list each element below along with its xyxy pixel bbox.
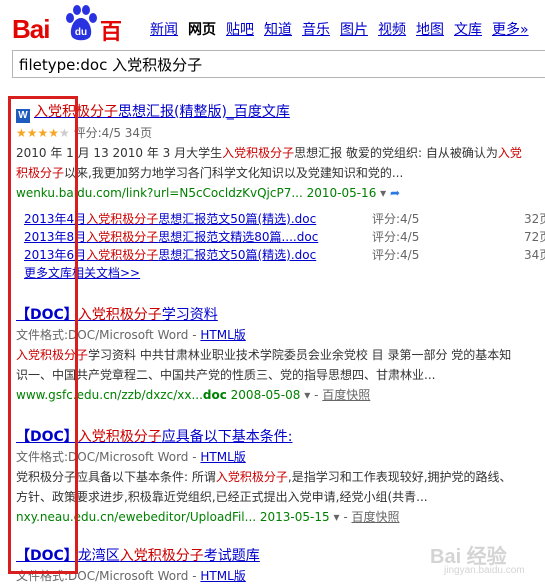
nav-web[interactable]: 网页 [188,19,216,39]
rating-row: ★★★★★ 评分:4/5 34页 [16,123,545,143]
more-docs-link[interactable]: 更多文库相关文档>> [24,266,140,280]
html-version-link[interactable]: HTML版 [200,328,245,342]
result-2: 【DOC】入党积极分子学习资料 文件格式:DOC/Microsoft Word … [16,305,545,405]
html-version-link[interactable]: HTML版 [200,450,245,464]
result-3-desc-2: 方针、政策要求进步,积极靠近党组织,已经正式提出入党申请,经党小组(共青... [16,490,428,504]
result-1-url[interactable]: wenku.baidu.com/link?url=N5cCocldzKvQjcP… [16,183,545,203]
dropdown-arrow-icon[interactable]: ▾ [380,186,386,200]
word-doc-icon: W [16,109,30,123]
related-doc-row: 2013年6月入党积极分子思想汇报范文50篇(精选).doc 评分:4/5 34… [24,248,545,262]
result-3-title[interactable]: 【DOC】入党积极分子应具备以下基本条件: [16,427,545,447]
snapshot-link[interactable]: 百度快照 [322,388,370,402]
search-input[interactable] [19,52,539,76]
rating-label: 评分:4/5 34页 [73,126,153,140]
dropdown-arrow-icon[interactable]: ▾ [333,510,339,524]
result-2-desc-1: 入党积极分子学习资料 中共甘肃林业职业技术学院委员会业余党校 目 录第一部分 党… [16,348,512,362]
watermark: Bai 经验 jingyan.baidu.com [430,546,525,576]
doc-tag: 【DOC】 [16,548,78,564]
result-2-title[interactable]: 【DOC】入党积极分子学习资料 [16,305,545,325]
nav-images[interactable]: 图片 [340,19,368,39]
result-1-desc-1: 2010 年 1 月 13 2010 年 3 月大学生入党积极分子思想汇报 敬爱… [16,146,522,160]
baidu-logo[interactable]: Bai du 百度 [12,2,132,77]
doc-tag: 【DOC】 [16,307,78,323]
html-version-link[interactable]: HTML版 [200,569,245,583]
star-rating-icon: ★★★★★ [16,126,70,140]
result-2-url: www.gsfc.edu.cn/zzb/dxzc/xx...doc 2008-0… [16,388,371,402]
share-arrow-icon[interactable]: ➦ [390,186,400,200]
related-doc-row: 2013年8月入党积极分子思想汇报范文精选80篇....doc 评分:4/5 7… [24,230,545,244]
doc-tag: 【DOC】 [16,429,78,445]
result-1-desc-2: 积极分子以来,我更加努力地学习各门科学文化知识以及党建知识和党的... [16,166,404,180]
more-docs-row: 更多文库相关文档>> [24,264,544,282]
nav-tieba[interactable]: 贴吧 [226,19,254,39]
related-docs: 2013年4月入党积极分子思想汇报范文50篇(精选).doc 评分:4/5 32… [24,210,545,282]
nav-more[interactable]: 更多» [492,19,529,39]
snapshot-link[interactable]: 百度快照 [351,510,399,524]
dropdown-arrow-icon[interactable]: ▾ [304,388,310,402]
result-1: W 入党积极分子思想汇报(精整版)_百度文库 ★★★★★ 评分:4/5 34页 2… [16,102,545,203]
logo-text-du: du [75,27,87,38]
related-doc-link[interactable]: 2013年8月入党积极分子思想汇报范文精选80篇....doc [24,230,318,244]
header: Bai du 百度 新闻网页贴吧知道音乐图片视频地图文库更多» [0,0,545,77]
search-box[interactable] [12,50,545,78]
related-doc-link[interactable]: 2013年4月入党积极分子思想汇报范文50篇(精选).doc [24,212,316,226]
related-doc-link[interactable]: 2013年6月入党积极分子思想汇报范文50篇(精选).doc [24,248,316,262]
result-3-url: nxy.neau.edu.cn/ewebeditor/UploadFil... … [16,510,400,524]
nav-wenku[interactable]: 文库 [454,19,482,39]
file-format-row: 文件格式:DOC/Microsoft Word - HTML版 [16,450,246,464]
top-nav: 新闻 网页 贴吧 知道 音乐 图片 视频 地图 文库 更多» [150,19,539,39]
result-3: 【DOC】入党积极分子应具备以下基本条件: 文件格式:DOC/Microsoft… [16,427,545,527]
file-format-row: 文件格式:DOC/Microsoft Word - HTML版 [16,328,246,342]
result-1-title[interactable]: W 入党积极分子思想汇报(精整版)_百度文库 [16,102,545,123]
result-3-desc-1: 党积极分子应具备以下基本条件: 所谓入党积极分子,是指学习和工作表现较好,拥护党… [16,470,512,484]
paw-logo-icon: du [66,5,97,41]
related-doc-row: 2013年4月入党积极分子思想汇报范文50篇(精选).doc 评分:4/5 32… [24,212,545,226]
result-2-desc-2: 识一、中国共产党章程二、中国共产党的性质三、党的指导思想四、甘肃林业... [16,368,436,382]
nav-music[interactable]: 音乐 [302,19,330,39]
nav-news[interactable]: 新闻 [150,19,178,39]
nav-zhidao[interactable]: 知道 [264,19,292,39]
nav-map[interactable]: 地图 [416,19,444,39]
logo-text-bai: Bai [12,14,50,44]
nav-video[interactable]: 视频 [378,19,406,39]
